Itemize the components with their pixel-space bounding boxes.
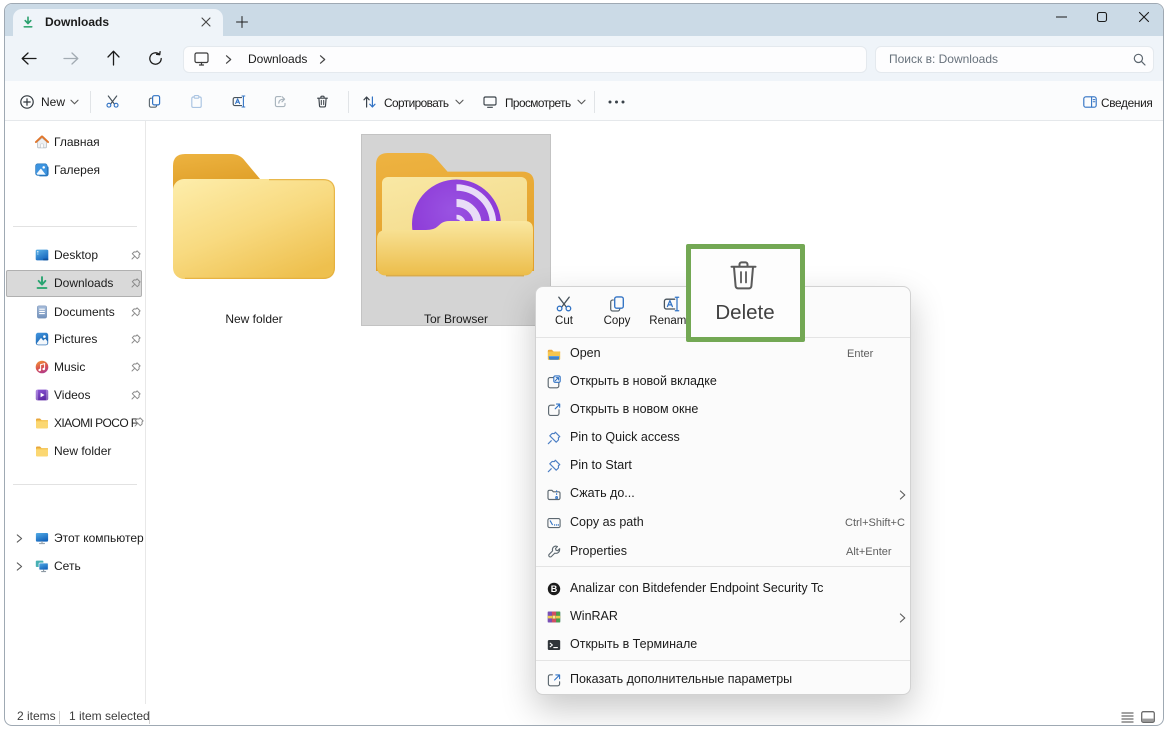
svg-text:B: B (551, 584, 558, 594)
